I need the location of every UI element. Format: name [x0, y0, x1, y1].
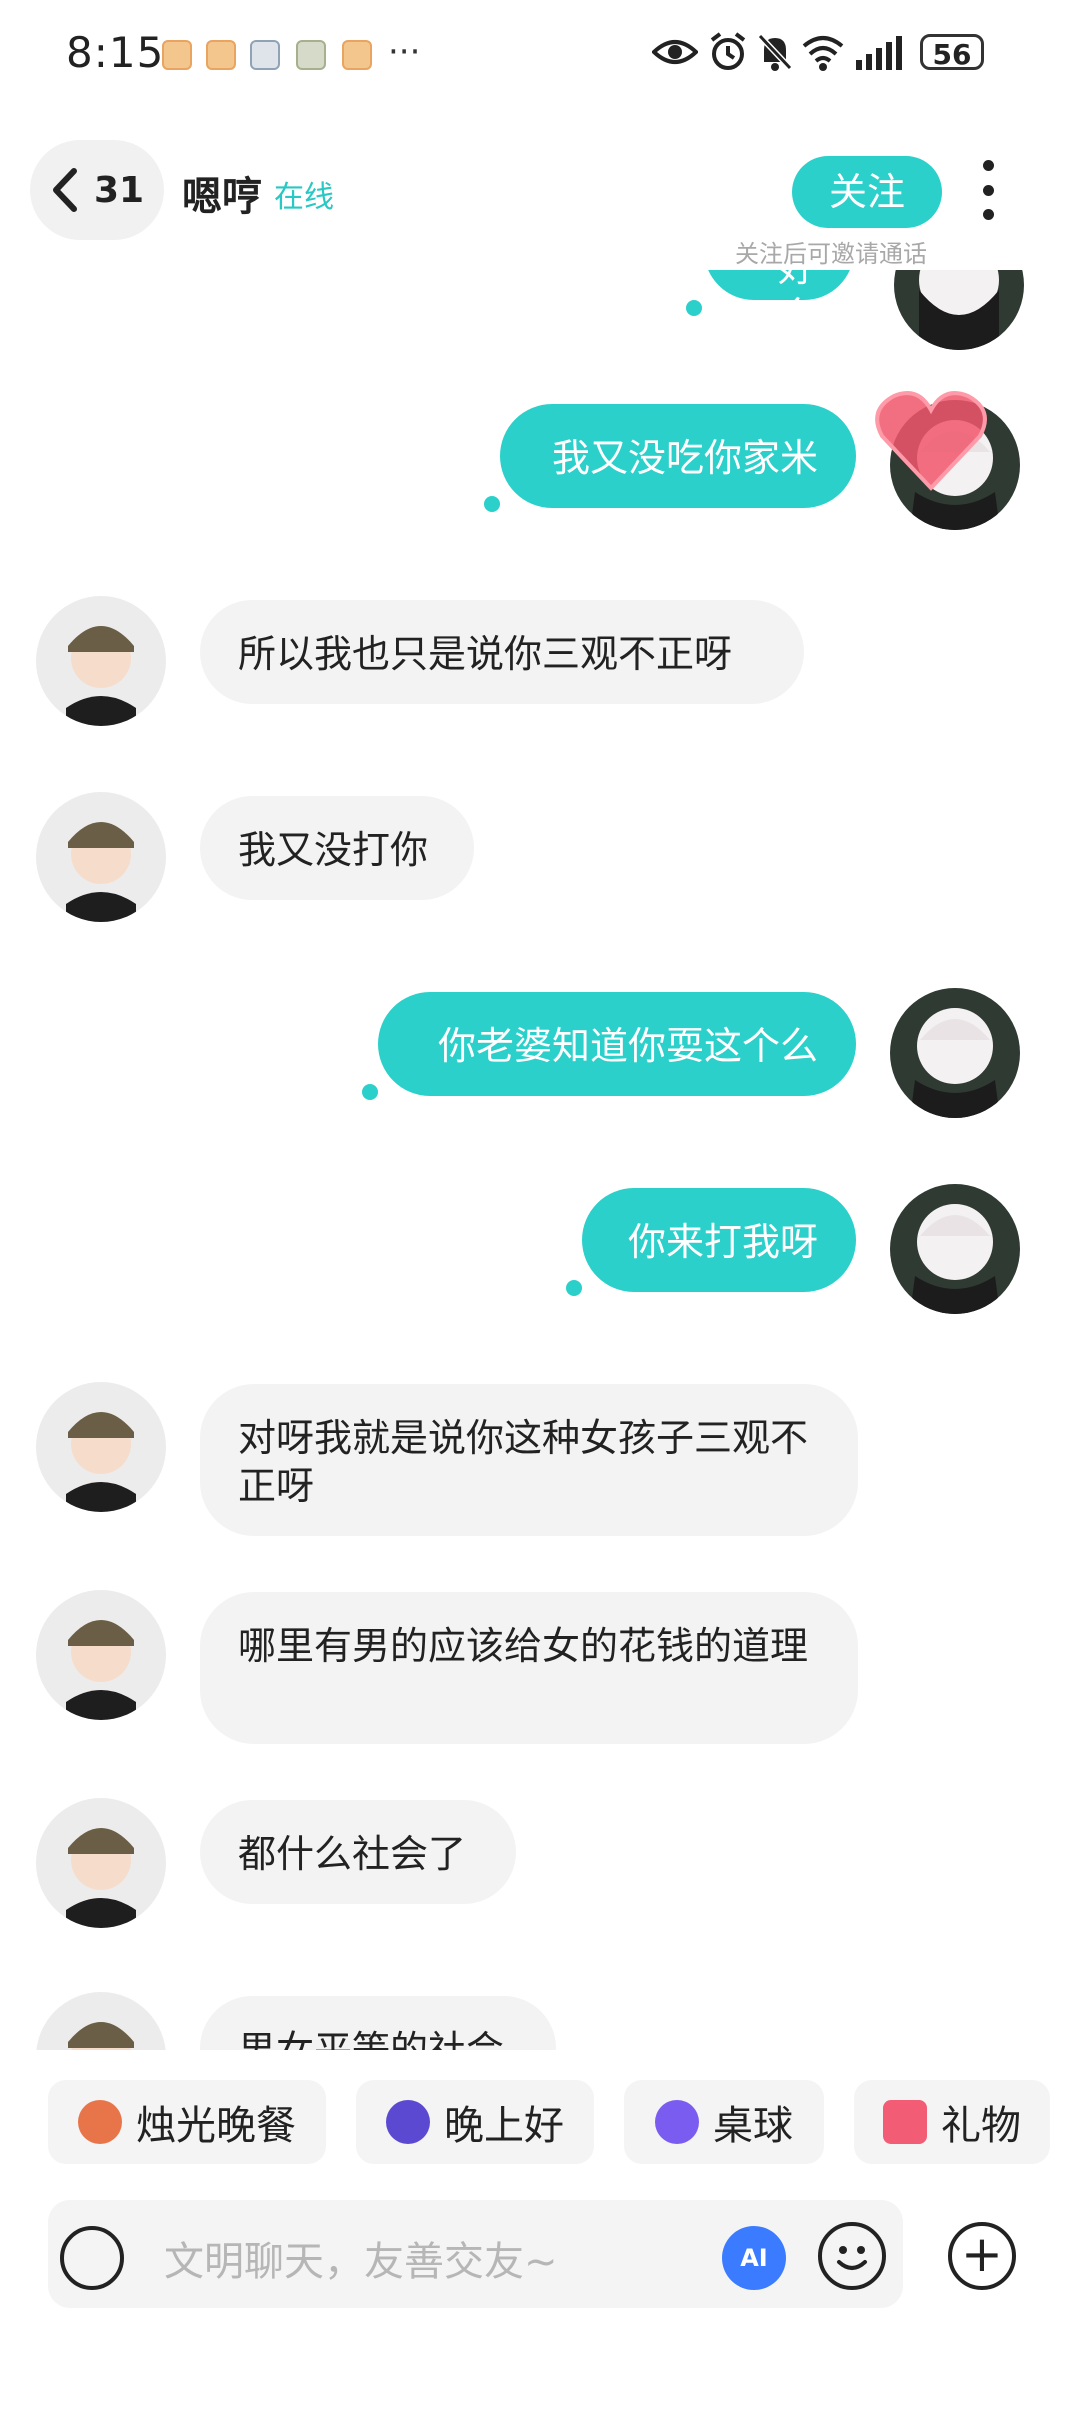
message-bubble-incoming[interactable]: 我又没打你	[200, 796, 474, 900]
message-bubble-outgoing[interactable]: 我又没吃你家米	[500, 404, 856, 508]
contact-avatar[interactable]	[36, 792, 166, 922]
quick-action-good-evening[interactable]: 晚上好	[356, 2080, 594, 2164]
message-text: 你来打我呀	[627, 1220, 818, 1264]
message-bubble-incoming[interactable]: 哪里有男的应该给女的花钱的道理	[200, 1592, 858, 1744]
quick-action-label: 礼物	[941, 2103, 1021, 2149]
notification-icon	[296, 40, 326, 70]
unread-count: 31	[93, 169, 145, 211]
signal-icon	[856, 36, 902, 70]
quick-action-billiards[interactable]: 桌球	[624, 2080, 824, 2164]
ai-assistant-icon[interactable]: AI	[722, 2226, 786, 2290]
input-placeholder: 文明聊天，友善交友~	[164, 2239, 558, 2285]
message-bubble-outgoing[interactable]: 你老婆知道你耍这个么	[378, 992, 856, 1096]
emoji-icon[interactable]	[818, 2222, 886, 2290]
quick-action-candlelight-dinner[interactable]: 烛光晚餐	[48, 2080, 326, 2164]
chat-message-list[interactable]: 好会 我又没吃你家米 所以我也只是说你三观不正呀 我又没打你 你老婆知道你耍这个…	[0, 270, 1084, 2050]
quick-action-label: 晚上好	[444, 2103, 564, 2149]
add-attachment-icon[interactable]: +	[948, 2222, 1016, 2290]
gift-icon	[883, 2100, 927, 2144]
bubble-tail	[362, 1084, 378, 1100]
more-notifications-icon: ···	[388, 32, 421, 72]
contact-avatar[interactable]	[36, 596, 166, 726]
my-avatar[interactable]	[894, 270, 1024, 350]
follow-hint: 关注后可邀请通话	[735, 240, 927, 268]
more-options-icon[interactable]	[978, 160, 998, 220]
message-text: 我又没吃你家米	[551, 436, 818, 480]
message-bubble-incoming[interactable]: 对呀我就是说你这种女孩子三观不正呀	[200, 1384, 858, 1536]
bubble-tail	[566, 1280, 582, 1296]
mute-bell-icon	[757, 33, 793, 71]
contact-avatar[interactable]	[36, 1382, 166, 1512]
notification-icon	[342, 40, 372, 70]
chevron-left-icon	[52, 168, 77, 212]
follow-button[interactable]: 关注	[792, 156, 942, 228]
message-text: 好会	[777, 270, 816, 338]
online-status: 在线	[274, 180, 334, 215]
candlelight-dinner-icon	[78, 2100, 122, 2144]
bubble-tail	[484, 496, 500, 512]
quick-action-label: 烛光晚餐	[136, 2103, 296, 2149]
notification-icon	[206, 40, 236, 70]
contact-avatar[interactable]	[36, 1798, 166, 1928]
message-bubble-incoming[interactable]: 所以我也只是说你三观不正呀	[200, 600, 804, 704]
notification-icon	[162, 40, 192, 70]
eye-icon	[652, 40, 698, 64]
moon-icon	[386, 2100, 430, 2144]
alarm-icon	[710, 32, 746, 70]
contact-avatar[interactable]	[36, 1992, 166, 2050]
message-text: 都什么社会了	[238, 1832, 467, 1876]
message-text: 我又没打你	[238, 828, 429, 872]
message-bubble-outgoing[interactable]: 好会	[704, 270, 854, 338]
quick-action-gift[interactable]: 礼物	[854, 2080, 1050, 2164]
my-avatar[interactable]	[890, 1184, 1020, 1314]
billiard-ball-icon	[655, 2100, 699, 2144]
message-text: 对呀我就是说你这种女孩子三观不正呀	[238, 1416, 809, 1508]
message-text: 你老婆知道你耍这个么	[437, 1024, 818, 1068]
contact-avatar[interactable]	[36, 1590, 166, 1720]
message-text: 所以我也只是说你三观不正呀	[238, 632, 733, 676]
quick-action-label: 桌球	[713, 2103, 793, 2149]
status-time: 8:15	[66, 28, 165, 77]
voice-toggle-icon[interactable]	[60, 2226, 124, 2290]
message-text: 哪里有男的应该给女的花钱的道理	[238, 1624, 809, 1668]
contact-name: 嗯哼	[182, 174, 262, 220]
bubble-tail	[686, 300, 702, 316]
back-button[interactable]: 31	[30, 140, 164, 240]
message-bubble-incoming[interactable]: 男女平等的社会	[200, 1996, 556, 2050]
heart-badge-icon	[875, 391, 987, 491]
my-avatar[interactable]	[890, 988, 1020, 1118]
message-bubble-outgoing[interactable]: 你来打我呀	[582, 1188, 856, 1292]
notification-icon	[250, 40, 280, 70]
battery-indicator: 56	[920, 34, 984, 71]
message-text: 男女平等的社会	[238, 2028, 505, 2050]
wifi-icon	[802, 36, 844, 71]
message-bubble-incoming[interactable]: 都什么社会了	[200, 1800, 516, 1904]
